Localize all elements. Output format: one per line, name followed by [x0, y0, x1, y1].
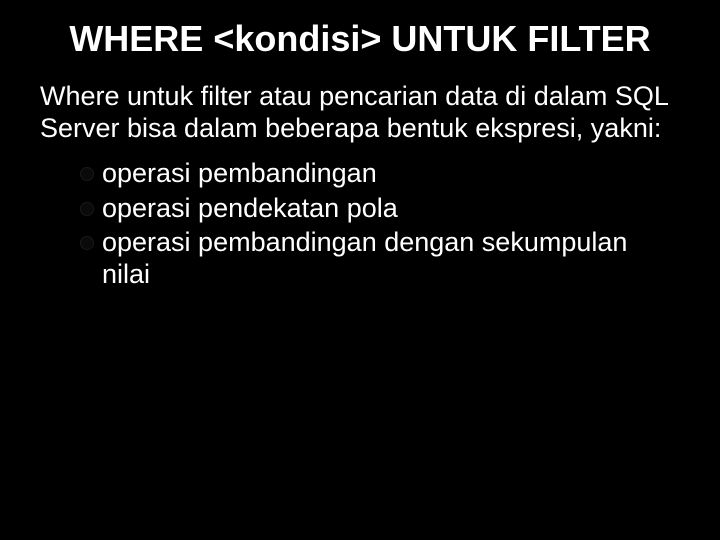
slide: WHERE <kondisi> UNTUK FILTER Where untuk… — [0, 0, 720, 540]
list-item: operasi pembandingan dengan sekumpulan n… — [80, 226, 680, 291]
bullet-icon — [80, 202, 94, 216]
slide-title: WHERE <kondisi> UNTUK FILTER — [0, 0, 720, 71]
bullet-text: operasi pembandingan — [102, 158, 377, 188]
bullet-text: operasi pendekatan pola — [102, 193, 398, 223]
bullet-text: operasi pembandingan dengan sekumpulan n… — [102, 227, 627, 289]
bullet-icon — [80, 236, 94, 250]
bullet-list: operasi pembandingan operasi pendekatan … — [40, 145, 680, 291]
intro-text: Where untuk filter atau pencarian data d… — [40, 81, 680, 145]
bullet-icon — [80, 167, 94, 181]
list-item: operasi pendekatan pola — [80, 192, 680, 224]
list-item: operasi pembandingan — [80, 157, 680, 189]
slide-body: Where untuk filter atau pencarian data d… — [0, 71, 720, 290]
